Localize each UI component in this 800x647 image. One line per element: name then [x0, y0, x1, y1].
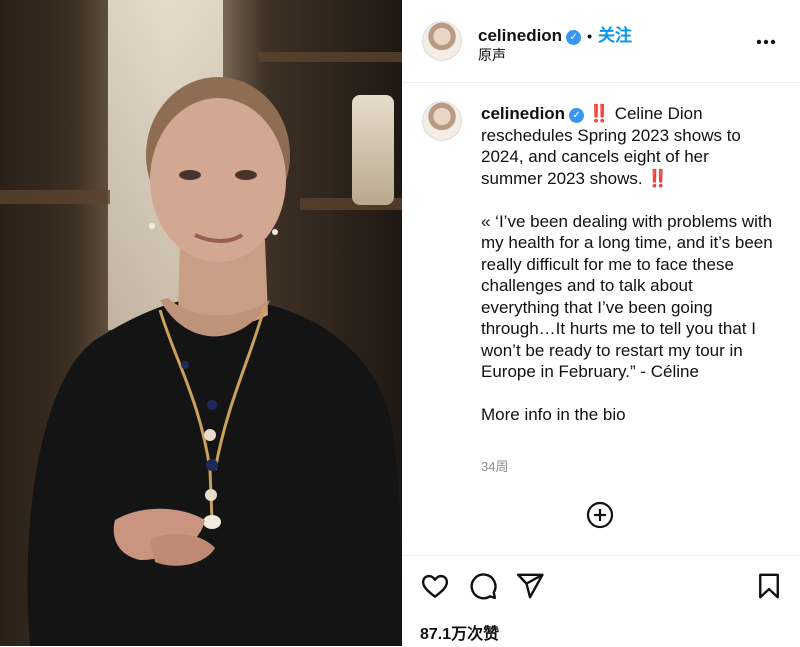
- post-header: celinedion ✓ • 关注 原声: [402, 0, 800, 83]
- verified-badge-icon: ✓: [566, 30, 582, 45]
- post-time-ago[interactable]: 34周: [481, 456, 508, 475]
- post-media[interactable]: [0, 0, 402, 646]
- like-count[interactable]: 87.1万次赞: [420, 620, 499, 644]
- post-details-panel: celinedion ✓ • 关注 原声 celinedion ✓ ‼️ Celine …: [402, 0, 800, 646]
- header-user-line: celinedion ✓ • 关注: [478, 21, 632, 46]
- heart-icon[interactable]: [420, 571, 450, 601]
- caption-text: celinedion ✓ ‼️ Celine Dion reschedules S…: [481, 103, 773, 426]
- follow-button[interactable]: 关注: [598, 26, 632, 45]
- avatar[interactable]: [422, 21, 462, 61]
- comment-icon[interactable]: [468, 571, 498, 601]
- audio-label[interactable]: 原声: [478, 45, 506, 65]
- caption-section: celinedion ✓ ‼️ Celine Dion reschedules S…: [402, 83, 800, 555]
- caption-body: ‼️ Celine Dion reschedules Spring 2023 s…: [481, 104, 773, 424]
- plus-circle-icon[interactable]: [586, 501, 614, 529]
- person-photo: [27, 77, 402, 646]
- caption-avatar[interactable]: [422, 101, 462, 141]
- paper-plane-icon[interactable]: [515, 571, 545, 601]
- bookmark-icon[interactable]: [754, 571, 784, 601]
- username-link[interactable]: celinedion: [478, 26, 562, 45]
- action-bar: 87.1万次赞: [402, 555, 800, 647]
- caption-username[interactable]: celinedion: [481, 104, 565, 123]
- more-options-icon[interactable]: [756, 28, 776, 48]
- separator-dot: •: [587, 28, 592, 44]
- verified-badge-icon: ✓: [569, 108, 585, 123]
